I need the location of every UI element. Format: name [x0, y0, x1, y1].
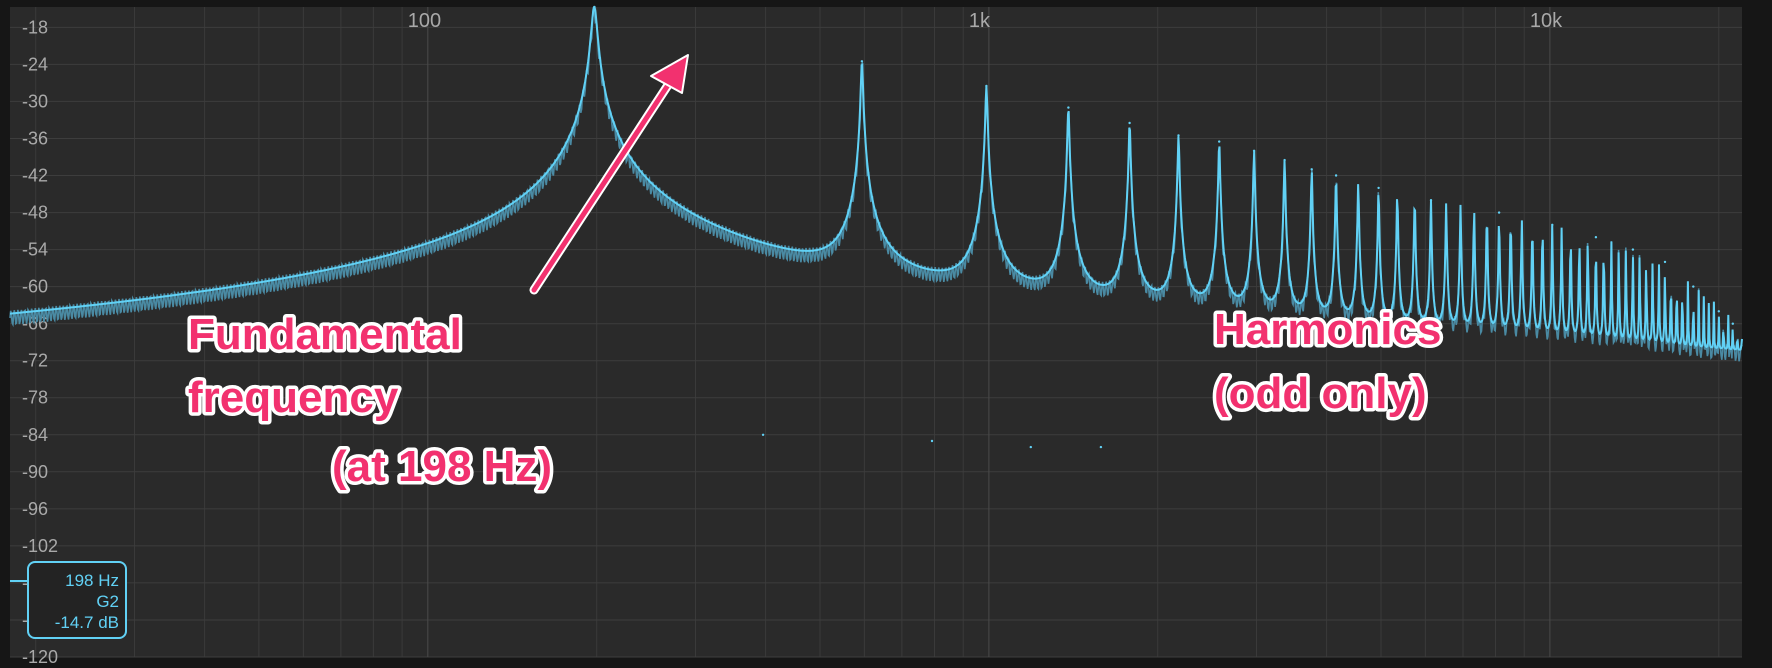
fundamental-annotation-line-1: Fundamental: [188, 310, 462, 359]
y-tick-label: -96: [22, 499, 48, 519]
harmonic-peak: [1310, 168, 1313, 171]
y-tick-label: -30: [22, 91, 48, 111]
harmonics-annotation-line-1: Harmonics: [1214, 305, 1441, 354]
readout-frequency: 198 Hz: [65, 571, 119, 590]
fundamental-annotation-line-2: frequency: [188, 373, 399, 422]
harmonic-peak: [1218, 140, 1221, 143]
harmonic-peak: [930, 439, 934, 443]
harmonic-peak: [1663, 260, 1667, 264]
y-tick-label: -84: [22, 425, 48, 445]
harmonic-peak: [1429, 199, 1433, 202]
harmonic-peak: [1128, 121, 1131, 125]
harmonic-peak: [1497, 211, 1501, 214]
harmonic-peak: [1177, 134, 1180, 137]
harmonic-peak: [1029, 445, 1033, 449]
harmonic-peak: [1551, 223, 1554, 227]
y-tick-label: -48: [22, 203, 48, 223]
harmonic-peak: [1631, 248, 1635, 251]
readout-level: -14.7 dB: [55, 613, 119, 632]
harmonics-annotation-line-2: (odd only): [1214, 369, 1427, 418]
fundamental-annotation-line-3: (at 198 Hz): [332, 442, 552, 491]
x-tick-label: 10k: [1530, 10, 1563, 32]
harmonic-peak: [860, 60, 864, 63]
y-tick-label: -120: [22, 647, 58, 667]
harmonic-peak: [1731, 322, 1735, 325]
harmonic-peak: [1334, 174, 1338, 177]
x-tick-label: 100: [408, 10, 441, 32]
harmonic-peak: [1717, 310, 1721, 313]
harmonic-peak: [761, 433, 765, 436]
spectrum-chart: -18-24-30-36-42-48-54-60-66-72-78-84-90-…: [0, 0, 1772, 668]
y-tick-label: -78: [22, 388, 48, 408]
y-tick-label: -36: [22, 129, 48, 149]
harmonic-peak: [1099, 445, 1103, 449]
y-tick-label: -18: [22, 17, 48, 37]
spectrum-analyzer: -18 -24 -30 -36 -42 -48 -54 -60 -66 -72 -78 -84 -90-…: [0, 0, 1772, 668]
harmonic-peak: [1692, 285, 1695, 288]
y-tick-label: -42: [22, 166, 48, 186]
y-tick-label: -102: [22, 536, 58, 556]
cursor-readout: 198 Hz G2 -14.7 dB: [10, 561, 127, 639]
y-tick-label: -72: [22, 351, 48, 371]
y-tick-label: -24: [22, 54, 48, 74]
harmonic-peak: [593, 5, 596, 9]
y-tick-label: -60: [22, 277, 48, 297]
x-tick-label: 1k: [969, 10, 991, 32]
harmonic-peak: [1283, 158, 1286, 162]
y-tick-label: -90: [22, 462, 48, 482]
harmonic-peak: [985, 84, 988, 88]
harmonic-peak: [1377, 186, 1380, 190]
harmonic-peak: [1594, 236, 1598, 239]
readout-note: G2: [96, 592, 119, 611]
harmonic-peak: [1067, 106, 1070, 109]
y-tick-label: -54: [22, 240, 48, 260]
harmonic-peak: [1252, 149, 1256, 152]
